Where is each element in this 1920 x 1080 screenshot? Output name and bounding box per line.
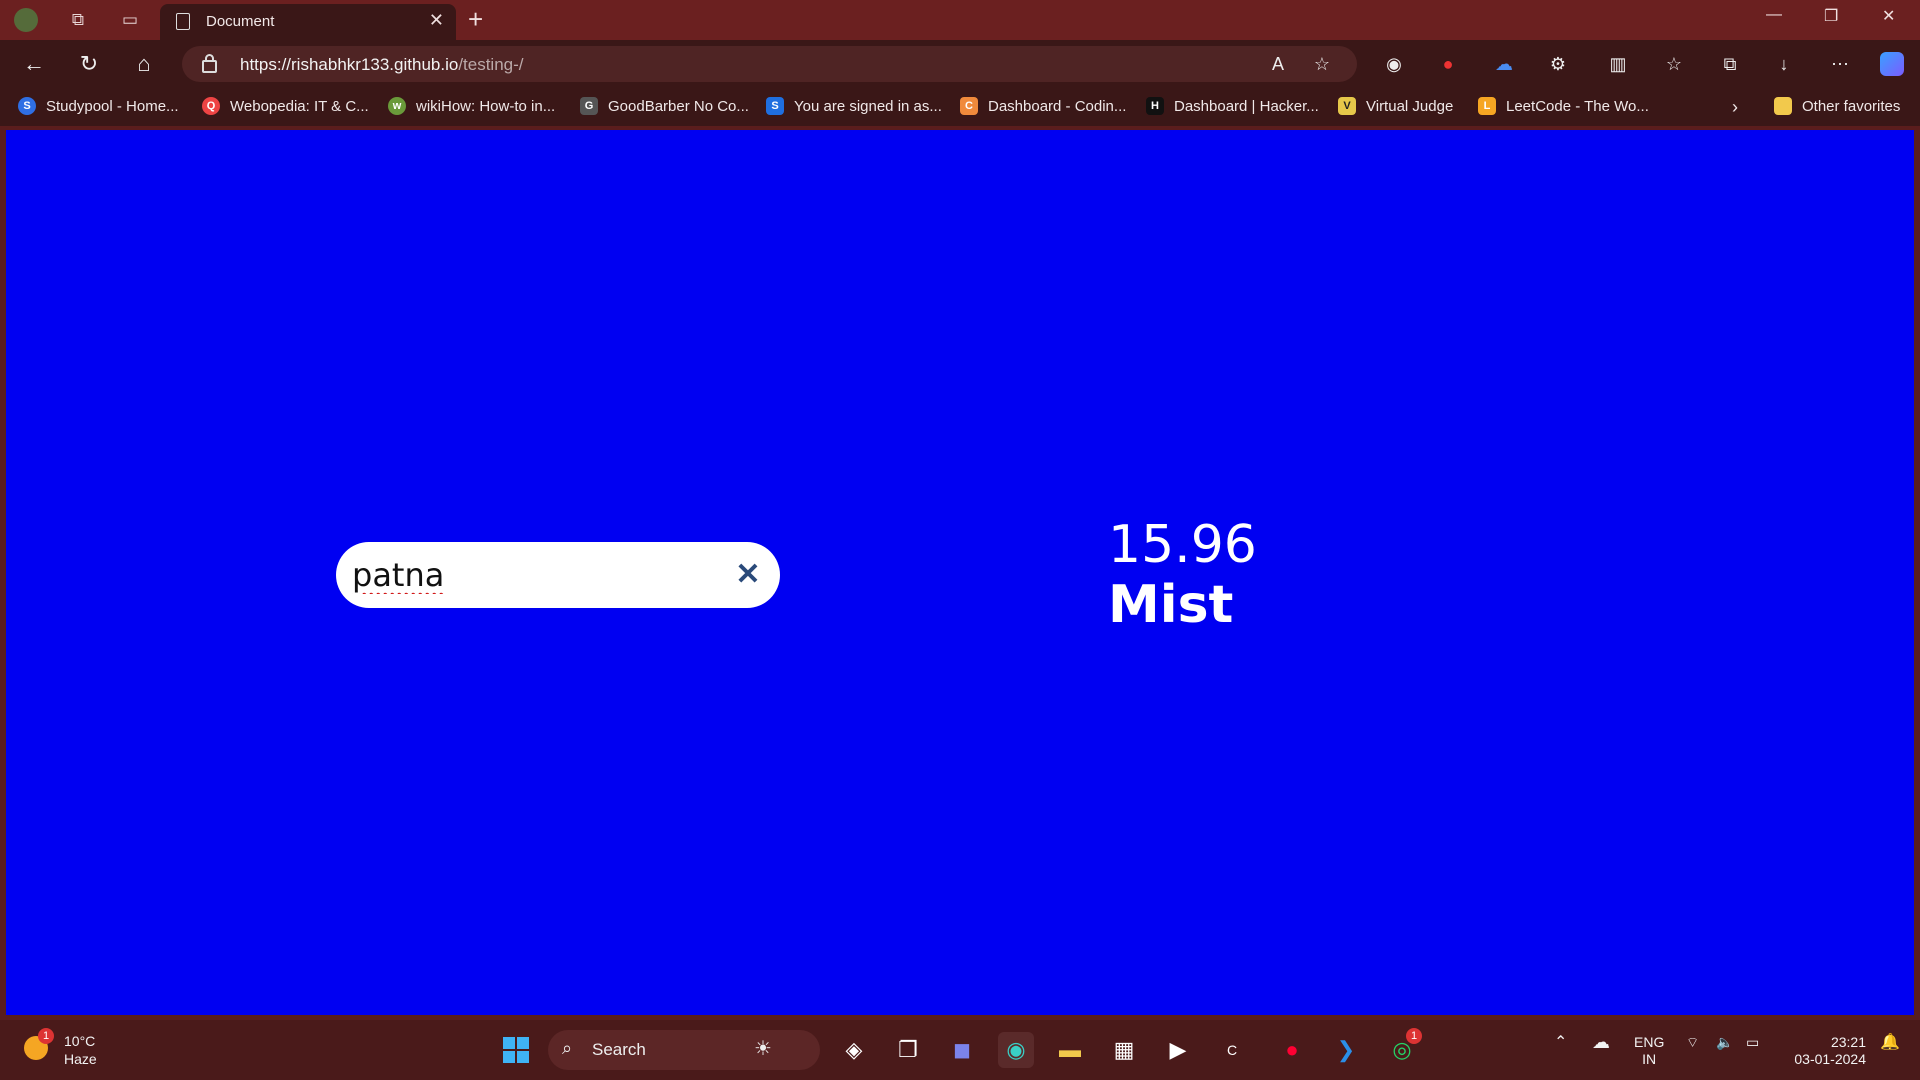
taskbar-search[interactable]: ⌕ Search ☀ [548, 1030, 820, 1070]
downloads-icon[interactable]: ↓ [1770, 50, 1798, 78]
favorite-hackerrank[interactable]: H Dashboard | Hacker... [1146, 97, 1319, 115]
weather-temp: 10°C [64, 1033, 96, 1049]
region-label: IN [1642, 1051, 1657, 1067]
extension-stop-icon[interactable]: ● [1434, 50, 1462, 78]
favorite-leetcode[interactable]: L LeetCode - The Wo... [1478, 97, 1649, 115]
goodbarber-icon: G [580, 97, 598, 115]
youtube-music-icon[interactable]: ● [1274, 1032, 1310, 1068]
profile-avatar-icon[interactable] [12, 6, 40, 34]
show-hidden-icons-icon[interactable]: ⌃ [1554, 1034, 1567, 1051]
folder-icon [1774, 97, 1792, 115]
favorite-goodbarber[interactable]: G GoodBarber No Co... [580, 97, 749, 115]
taskbar-search-label: Search [592, 1040, 646, 1059]
read-aloud-icon[interactable]: A [1264, 50, 1292, 78]
favorite-studypool[interactable]: S Studypool - Home... [18, 97, 179, 115]
task-view-icon[interactable]: ❐ [890, 1032, 926, 1068]
back-icon[interactable]: ← [20, 50, 48, 78]
windows-taskbar: 1 10°C Haze ⌕ Search ☀ ◈ ❐ ◼ ◉ ▬ ▦ ▶ C ●… [0, 1020, 1920, 1080]
favorites-icon[interactable]: ☆ [1660, 50, 1688, 78]
vjudge-icon: V [1338, 97, 1356, 115]
favorite-signed-in[interactable]: S You are signed in as... [766, 97, 942, 115]
c-app-icon[interactable]: C [1214, 1032, 1250, 1068]
restore-icon[interactable]: ❐ [1824, 6, 1838, 26]
document-icon [176, 13, 190, 30]
copilot-preview-icon[interactable]: ◈ [836, 1032, 872, 1068]
copilot-icon[interactable] [1878, 50, 1906, 78]
start-windows-icon[interactable] [498, 1032, 534, 1068]
address-bar[interactable]: https://rishabhkr133.github.io/testing-/… [182, 46, 1357, 82]
extension-owl-icon[interactable]: ◉ [1380, 50, 1408, 78]
webopedia-icon: Q [202, 97, 220, 115]
language-indicator[interactable]: ENG IN [1634, 1034, 1664, 1068]
city-search-box: ✕ [336, 542, 780, 608]
favorite-vjudge[interactable]: V Virtual Judge [1338, 97, 1453, 115]
search-highlight-icon: ☀ [754, 1038, 772, 1060]
close-window-icon[interactable]: ✕ [1882, 6, 1895, 26]
file-explorer-icon[interactable]: ▬ [1052, 1032, 1088, 1068]
favorites-overflow-icon[interactable]: › [1732, 97, 1738, 118]
hackerrank-icon: H [1146, 97, 1164, 115]
search-icon: ⌕ [562, 1038, 573, 1058]
other-favorites[interactable]: Other favorites [1774, 97, 1900, 115]
home-icon[interactable]: ⌂ [130, 50, 158, 78]
battery-icon[interactable]: ▭ [1746, 1034, 1759, 1051]
clear-search-icon[interactable]: ✕ [730, 556, 766, 592]
s-icon: S [766, 97, 784, 115]
extensions-icon[interactable]: ⚙ [1544, 50, 1572, 78]
codingninjas-icon: C [960, 97, 978, 115]
favorite-codingninjas[interactable]: C Dashboard - Codin... [960, 97, 1126, 115]
weather-app-page: ✕ 15.96 Mist [6, 130, 1914, 1015]
weather-badge: 1 [38, 1028, 54, 1044]
leetcode-icon: L [1478, 97, 1496, 115]
media-player-icon[interactable]: ▶ [1160, 1032, 1196, 1068]
browser-titlebar: ⧉ ▭ Document ✕ + — ❐ ✕ [0, 0, 1920, 40]
clock[interactable]: 23:21 03-01-2024 [1786, 1034, 1866, 1068]
lock-icon[interactable] [202, 54, 217, 73]
more-options-icon[interactable]: ⋯ [1826, 50, 1854, 78]
notifications-icon[interactable]: 🔔 [1880, 1034, 1900, 1051]
vscode-icon[interactable]: ❯ [1328, 1032, 1364, 1068]
url-text[interactable]: https://rishabhkr133.github.io/testing-/ [240, 55, 524, 75]
temperature-value: 15.96 [1108, 515, 1257, 575]
browser-toolbar: ← ↻ ⌂ https://rishabhkr133.github.io/tes… [0, 40, 1920, 88]
collections-icon[interactable]: ⧉ [1716, 50, 1744, 78]
favorite-star-icon[interactable]: ☆ [1308, 50, 1336, 78]
new-tab-button[interactable]: + [468, 4, 483, 35]
studypool-icon: S [18, 97, 36, 115]
whatsapp-icon[interactable]: ◎ 1 [1384, 1028, 1422, 1068]
tab-actions-icon[interactable]: ▭ [116, 6, 144, 34]
weather-desc: Haze [64, 1051, 97, 1067]
city-search-input[interactable] [350, 550, 714, 600]
clock-date: 03-01-2024 [1794, 1051, 1866, 1067]
workspaces-icon[interactable]: ⧉ [64, 6, 92, 34]
close-tab-icon[interactable]: ✕ [429, 10, 444, 31]
microsoft-store-icon[interactable]: ▦ [1106, 1032, 1142, 1068]
split-screen-icon[interactable]: ▥ [1604, 50, 1632, 78]
volume-icon[interactable]: 🔈 [1716, 1034, 1733, 1051]
extension-cloud-icon[interactable]: ☁ [1490, 50, 1518, 78]
favorites-bar: S Studypool - Home... Q Webopedia: IT & C.… [0, 88, 1920, 126]
wikihow-icon: w [388, 97, 406, 115]
onedrive-icon[interactable]: ☁ [1592, 1033, 1610, 1051]
language-label: ENG [1634, 1034, 1665, 1050]
tab-title: Document [206, 13, 275, 30]
teams-meet-icon[interactable]: ◼ [944, 1032, 980, 1068]
refresh-icon[interactable]: ↻ [75, 50, 103, 78]
favorite-wikihow[interactable]: w wikiHow: How-to in... [388, 97, 555, 115]
edge-browser-icon[interactable]: ◉ [998, 1032, 1034, 1068]
weather-condition: Mist [1108, 575, 1234, 635]
tab-document[interactable]: Document ✕ [160, 4, 456, 40]
favorite-webopedia[interactable]: Q Webopedia: IT & C... [202, 97, 369, 115]
whatsapp-badge: 1 [1406, 1028, 1422, 1044]
wifi-icon[interactable]: ⌔ [1686, 1034, 1699, 1051]
minimize-icon[interactable]: — [1766, 6, 1782, 24]
clock-time: 23:21 [1830, 1034, 1866, 1050]
